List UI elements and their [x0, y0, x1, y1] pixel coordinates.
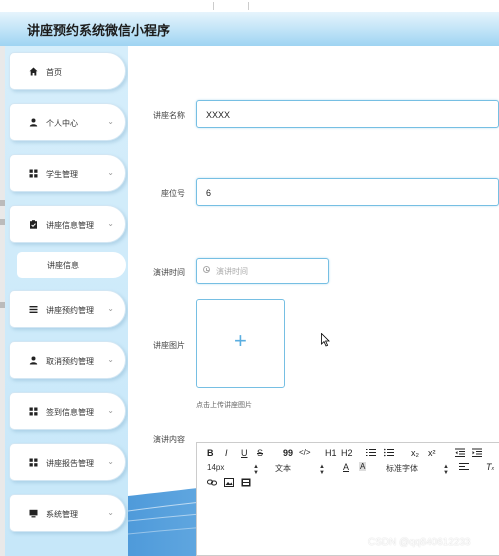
chevron-down-icon: ⌄ — [107, 355, 114, 364]
image-icon — [224, 478, 234, 487]
outdent-button[interactable] — [455, 448, 465, 459]
sidebar-item-home[interactable]: 首页 — [9, 52, 126, 90]
grid-icon — [29, 407, 38, 416]
sidebar-item-label: 签到信息管理 — [46, 408, 94, 417]
font-family-select[interactable]: 标准字体 — [386, 463, 418, 474]
sidebar-item-profile[interactable]: 个人中心 ⌄ — [9, 103, 126, 141]
plus-icon: + — [234, 328, 247, 353]
seat-number-input[interactable]: 6 — [196, 178, 499, 206]
video-button[interactable] — [241, 478, 251, 489]
sidebar-subitem-lecture-info[interactable]: 讲座信息 — [17, 252, 126, 278]
blockquote-button[interactable]: 99 — [283, 448, 293, 458]
home-icon — [29, 67, 38, 76]
sidebar: 首页 个人中心 ⌄ 学生管理 ⌄ 讲座信息管理 ⌄ 讲座信息 讲座预约管理 ⌄ — [5, 46, 128, 556]
bold-button[interactable]: B — [207, 448, 214, 458]
seat-number-label: 座位号 — [161, 189, 185, 198]
underline-button[interactable]: U — [241, 448, 248, 458]
top-separator — [248, 2, 249, 10]
link-icon — [207, 479, 217, 486]
code-button[interactable]: </> — [299, 448, 311, 457]
chevron-down-icon: ⌄ — [107, 508, 114, 517]
link-button[interactable] — [207, 478, 217, 489]
superscript-button[interactable]: x² — [428, 448, 436, 458]
subscript-button[interactable]: x₂ — [411, 448, 419, 458]
sidebar-item-checkin-mgmt[interactable]: 签到信息管理 ⌄ — [9, 392, 126, 430]
font-color-button[interactable]: A — [343, 462, 349, 472]
clock-icon — [203, 266, 210, 273]
sidebar-item-label: 取消预约管理 — [46, 357, 94, 366]
strikethrough-button[interactable]: S — [257, 448, 263, 458]
ordered-list-icon — [366, 449, 376, 456]
background-color-button[interactable]: A — [359, 462, 367, 471]
sidebar-item-system-mgmt[interactable]: 系统管理 ⌄ — [9, 494, 126, 532]
heading1-button[interactable]: H1 — [325, 448, 337, 458]
bullet-list-icon — [384, 448, 394, 457]
chevron-down-icon: ⌄ — [107, 219, 114, 228]
sidebar-item-label: 学生管理 — [46, 170, 78, 179]
ordered-list-button[interactable] — [366, 448, 376, 459]
bullet-list-button[interactable] — [384, 448, 394, 459]
font-family-caret-icon: ▲ ▼ — [443, 464, 449, 476]
top-separator — [213, 2, 214, 10]
image-button[interactable] — [224, 478, 234, 489]
align-button[interactable] — [459, 462, 469, 473]
chevron-down-icon: ⌄ — [107, 117, 114, 126]
image-upload-box[interactable]: + — [196, 299, 285, 388]
sidebar-item-label: 讲座信息管理 — [46, 221, 94, 230]
sidebar-item-students[interactable]: 学生管理 ⌄ — [9, 154, 126, 192]
sidebar-item-label: 首页 — [46, 68, 62, 77]
lecture-name-input[interactable]: XXXX — [196, 100, 499, 128]
sidebar-item-report-mgmt[interactable]: 讲座报告管理 ⌄ — [9, 443, 126, 481]
sidebar-item-booking-mgmt[interactable]: 讲座预约管理 ⌄ — [9, 290, 126, 328]
main-content: 讲座名称 XXXX 座位号 6 演讲时间 演讲时间 讲座图片 + 点击上传讲座图… — [128, 46, 499, 556]
chevron-down-icon: ⌄ — [107, 304, 114, 313]
video-icon — [241, 478, 251, 487]
lecture-content-label: 演讲内容 — [153, 435, 185, 444]
sidebar-item-label: 讲座报告管理 — [46, 459, 94, 468]
align-icon — [459, 463, 469, 470]
sidebar-item-label: 讲座预约管理 — [46, 306, 94, 315]
user-icon — [29, 356, 38, 365]
paragraph-select[interactable]: 文本 — [275, 463, 291, 474]
sidebar-subitem-label: 讲座信息 — [47, 261, 79, 270]
italic-button[interactable]: I — [225, 448, 228, 458]
paragraph-caret-icon: ▲ ▼ — [319, 464, 325, 476]
seat-number-value: 6 — [206, 188, 212, 198]
clear-format-button[interactable]: Tx — [486, 462, 494, 472]
mouse-cursor-icon — [321, 333, 330, 347]
list-icon — [29, 305, 38, 314]
upload-hint: 点击上传讲座图片 — [196, 402, 252, 409]
sidebar-item-label: 个人中心 — [46, 119, 78, 128]
chevron-down-icon: ⌄ — [107, 406, 114, 415]
user-icon — [29, 118, 38, 127]
chevron-down-icon: ⌄ — [107, 168, 114, 177]
chevron-down-icon: ⌄ — [107, 457, 114, 466]
lecture-name-value: XXXX — [206, 110, 231, 120]
lecture-image-label: 讲座图片 — [153, 341, 185, 350]
lecture-time-label: 演讲时间 — [153, 268, 185, 277]
app-header: 讲座预约系统微信小程序 — [0, 12, 499, 47]
indent-button[interactable] — [472, 448, 482, 459]
font-size-select[interactable]: 14px — [207, 463, 224, 472]
watermark: CSDN @qq840612233 — [368, 537, 471, 548]
indent-icon — [472, 448, 482, 457]
grid-icon — [29, 458, 38, 467]
lecture-time-picker[interactable]: 演讲时间 — [196, 258, 329, 284]
heading2-button[interactable]: H2 — [341, 448, 353, 458]
sidebar-item-cancel-booking-mgmt[interactable]: 取消预约管理 ⌄ — [9, 341, 126, 379]
clipboard-icon — [29, 220, 38, 229]
monitor-icon — [29, 509, 38, 518]
outdent-icon — [455, 448, 465, 457]
sidebar-item-lecture-info-mgmt[interactable]: 讲座信息管理 ⌄ — [9, 205, 126, 243]
top-strip — [0, 0, 499, 12]
grid-icon — [29, 169, 38, 178]
app-title: 讲座预约系统微信小程序 — [27, 23, 171, 38]
lecture-name-label: 讲座名称 — [153, 111, 185, 120]
font-size-caret-icon: ▲ ▼ — [253, 464, 259, 476]
lecture-time-placeholder: 演讲时间 — [216, 267, 248, 276]
sidebar-item-label: 系统管理 — [46, 510, 78, 519]
